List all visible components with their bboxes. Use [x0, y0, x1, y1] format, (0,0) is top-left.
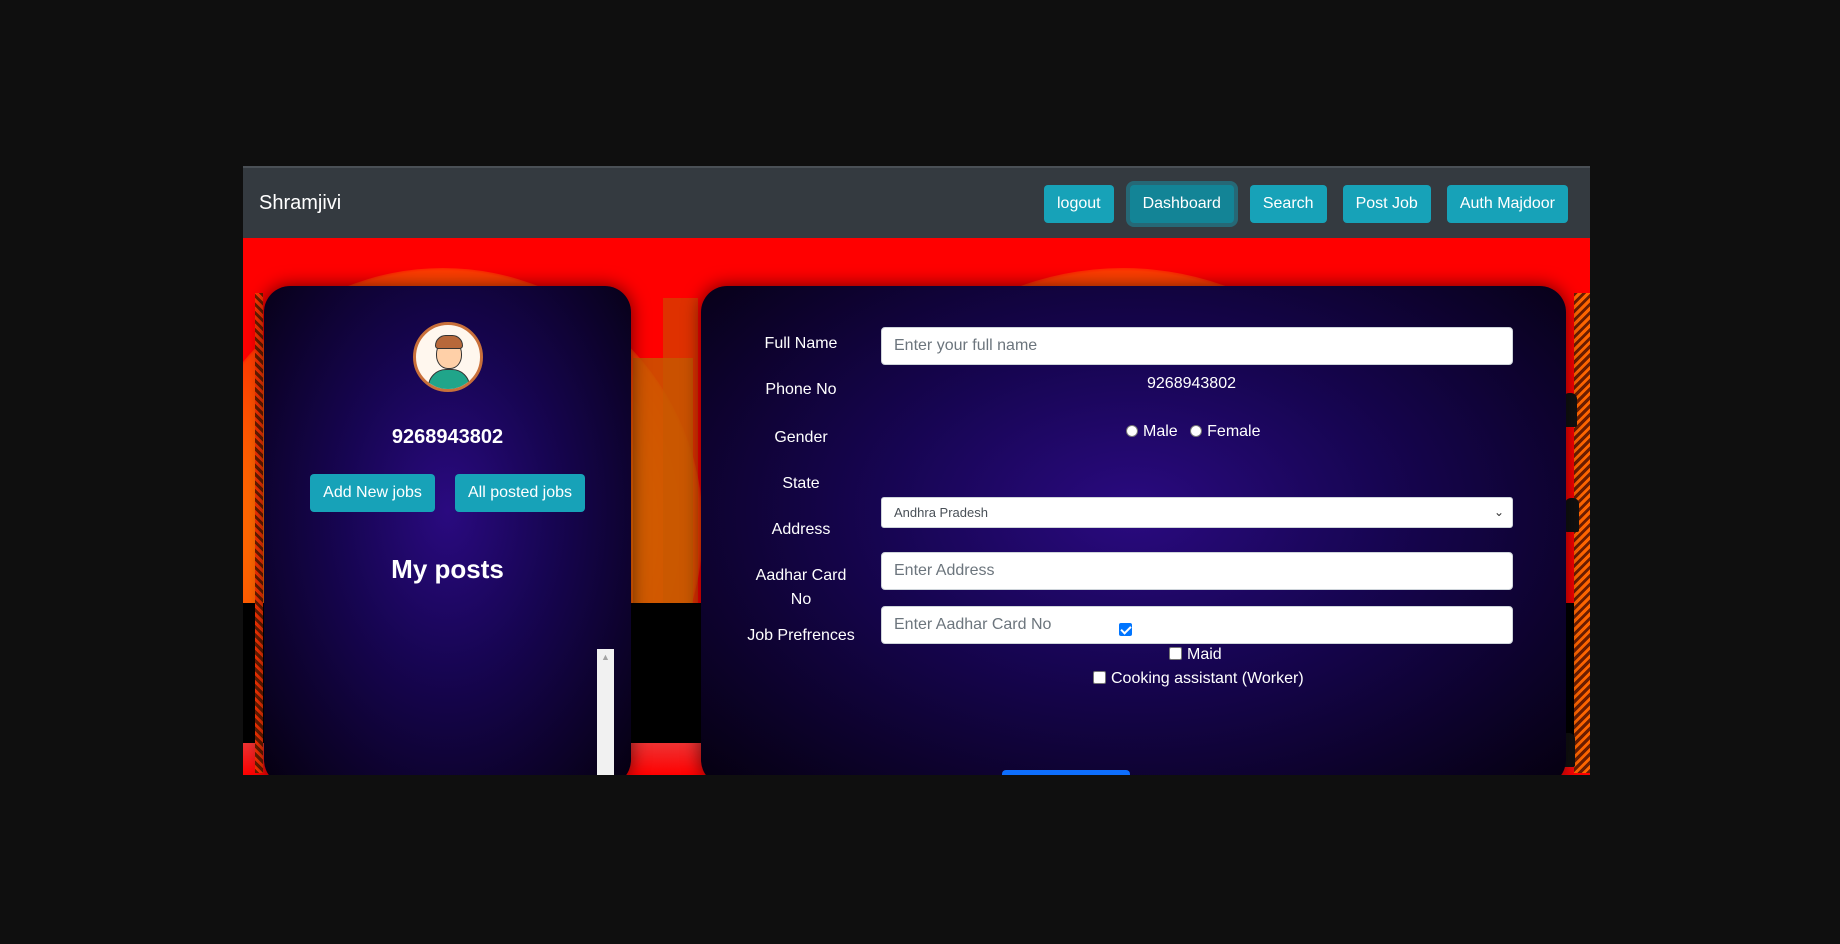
search-button[interactable]: Search: [1249, 185, 1327, 223]
dashboard-button[interactable]: Dashboard: [1129, 185, 1234, 223]
daily-wage-label: Daily Wage Worker: [1137, 622, 1274, 639]
chevron-down-icon: ⌄: [1493, 505, 1504, 519]
app-window: Shramjivi logout Dashboard Search Post J…: [243, 166, 1590, 775]
brand-logo[interactable]: Shramjivi: [259, 192, 341, 215]
logout-button[interactable]: logout: [1043, 185, 1114, 223]
avatar-body: [428, 369, 470, 389]
state-label: State: [782, 475, 820, 492]
aadhar-label: Aadhar Card No: [736, 564, 866, 612]
post-job-button[interactable]: Post Job: [1342, 185, 1431, 223]
male-radio[interactable]: [1126, 425, 1138, 437]
job-option-cooking: Cooking assistant (Worker): [1093, 670, 1304, 688]
posts-scrollbar[interactable]: ▲: [597, 649, 614, 775]
phone-label: Phone No: [765, 381, 837, 398]
cooking-checkbox[interactable]: [1093, 671, 1106, 684]
all-posted-jobs-button[interactable]: All posted jobs: [455, 474, 585, 512]
job-option-maid: Maid: [1169, 646, 1222, 664]
daily-wage-checkbox[interactable]: [1119, 623, 1132, 636]
cooking-label: Cooking assistant (Worker): [1111, 670, 1304, 687]
female-radio[interactable]: [1190, 425, 1203, 437]
navbar: Shramjivi logout Dashboard Search Post J…: [243, 166, 1590, 238]
aadhar-label-line2: No: [790, 591, 812, 608]
profile-form-card: Full Name Enter your full name Phone No …: [701, 286, 1566, 775]
address-label: Address: [771, 521, 831, 538]
submit-button[interactable]: [1002, 770, 1130, 775]
aadhar-label-line1: Aadhar Card: [755, 567, 847, 584]
building-silhouette: [663, 298, 698, 608]
user-avatar-icon: [413, 322, 483, 392]
gender-radio-group: Male Female: [1126, 423, 1261, 441]
phone-value: 9268943802: [1147, 375, 1236, 392]
job-preferences-label: Job Prefrences: [747, 627, 855, 644]
state-selected-value: Andhra Pradesh: [894, 505, 988, 520]
nav-buttons: logout Dashboard Search Post Job Auth Ma…: [1043, 185, 1568, 223]
full-name-label: Full Name: [764, 335, 838, 352]
female-label: Female: [1207, 423, 1261, 440]
job-option-daily-wage: Daily Wage Worker: [1119, 622, 1274, 640]
maid-checkbox[interactable]: [1169, 647, 1182, 660]
profile-phone: 9268943802: [391, 426, 504, 448]
full-name-input[interactable]: Enter your full name: [881, 327, 1513, 365]
state-select[interactable]: Andhra Pradesh ⌄: [881, 497, 1513, 528]
my-posts-heading: My posts: [391, 554, 504, 584]
gender-label: Gender: [774, 429, 828, 446]
male-label: Male: [1143, 423, 1178, 440]
profile-card: 9268943802 Add New jobs All posted jobs …: [264, 286, 631, 775]
address-input[interactable]: Enter Address: [881, 552, 1513, 590]
auth-majdoor-button[interactable]: Auth Majdoor: [1446, 185, 1568, 223]
scroll-up-arrow-icon[interactable]: ▲: [597, 649, 614, 666]
maid-label: Maid: [1187, 646, 1222, 663]
crane-left: [255, 293, 263, 773]
avatar-hair: [435, 335, 463, 349]
add-new-jobs-button[interactable]: Add New jobs: [310, 474, 435, 512]
crane-right: [1574, 293, 1590, 773]
worker-silhouette: [1565, 498, 1579, 532]
